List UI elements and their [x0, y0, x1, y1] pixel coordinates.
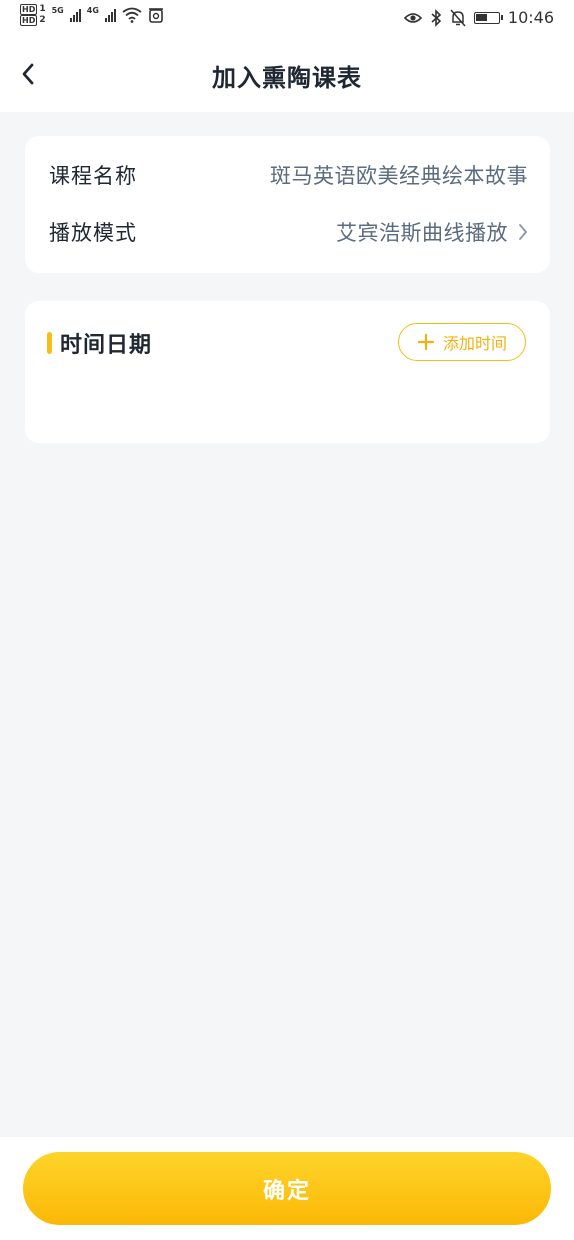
hd-label-2: HD: [20, 15, 38, 26]
add-time-button[interactable]: 添加时间: [398, 323, 526, 361]
plus-icon: [417, 333, 435, 351]
wifi-icon: [122, 7, 142, 23]
course-info-card: 课程名称 斑马英语欧美经典绘本故事 播放模式 艾宾浩斯曲线播放: [25, 136, 550, 273]
hd-indicators: HD 1 HD 2: [20, 4, 46, 26]
status-bar: HD 1 HD 2 5G 4G 10:46: [0, 0, 574, 36]
confirm-button[interactable]: 确定: [23, 1152, 551, 1225]
time-date-title: 时间日期: [60, 333, 153, 358]
bluetooth-icon: [431, 8, 442, 27]
play-mode-value-wrap[interactable]: 艾宾浩斯曲线播放: [336, 217, 528, 247]
play-mode-value: 艾宾浩斯曲线播放: [336, 221, 508, 245]
status-time: 10:46: [507, 8, 554, 27]
time-date-header: 时间日期: [47, 329, 153, 358]
data-saver-icon: [148, 8, 163, 23]
hd-suffix-2: 2: [39, 15, 46, 25]
signal-icon: [69, 8, 81, 22]
hd-indicator-2: HD 2: [20, 15, 46, 26]
course-name-row: 课程名称 斑马英语欧美经典绘本故事: [49, 157, 528, 193]
course-name-label: 课程名称: [49, 164, 137, 188]
network-label-5g: 5G: [51, 6, 64, 15]
course-name-value: 斑马英语欧美经典绘本故事: [270, 164, 528, 188]
page-title: 加入熏陶课表: [212, 64, 362, 92]
hd-indicator-1: HD 1: [20, 4, 46, 15]
status-left: HD 1 HD 2 5G 4G: [20, 4, 164, 26]
play-mode-row[interactable]: 播放模式 艾宾浩斯曲线播放: [49, 214, 528, 250]
chevron-right-icon: [519, 224, 527, 240]
eye-icon: [403, 12, 422, 23]
network-label-4g: 4G: [86, 6, 99, 15]
hd-label-1: HD: [20, 4, 38, 15]
signal-icon-2: [104, 8, 116, 22]
mute-bell-icon: [450, 9, 466, 26]
time-date-card: 时间日期 添加时间: [25, 301, 550, 443]
battery-icon: [473, 11, 503, 24]
hd-suffix-1: 1: [39, 4, 46, 14]
add-time-label: 添加时间: [442, 334, 507, 353]
bottom-bar: 确定: [0, 1137, 574, 1240]
accent-bar: [47, 332, 52, 354]
play-mode-label: 播放模式: [49, 221, 137, 245]
status-right: 10:46: [403, 8, 554, 27]
page-header: 加入熏陶课表: [0, 36, 574, 112]
